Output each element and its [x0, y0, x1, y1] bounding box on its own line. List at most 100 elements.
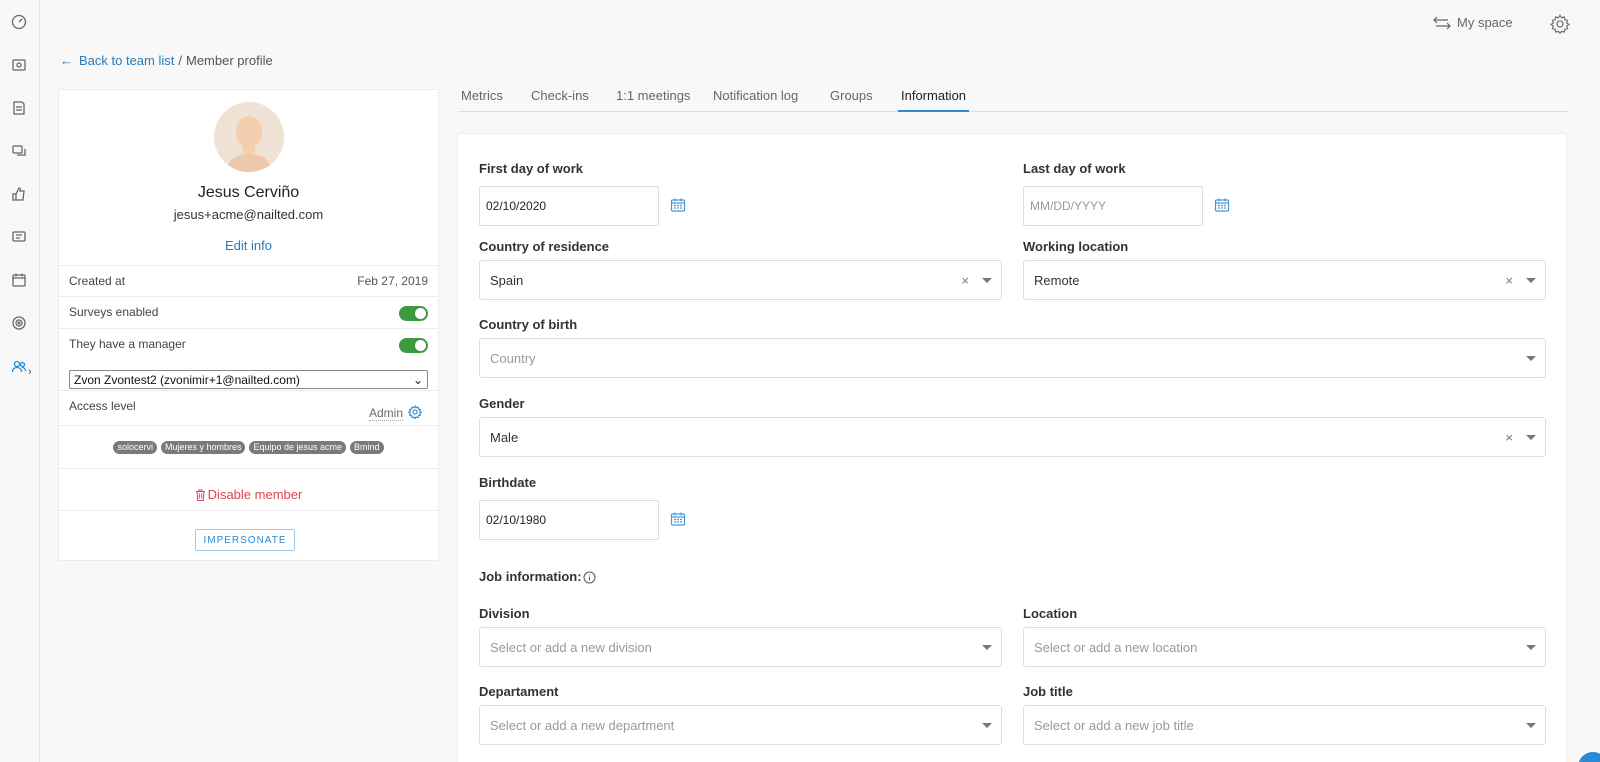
tab-metrics[interactable]: Metrics	[461, 88, 503, 112]
group-tag: Equipo de jesus acme	[249, 441, 347, 454]
chat-launcher-button[interactable]	[1578, 752, 1600, 762]
divider	[59, 328, 438, 329]
created-at-label: Created at	[69, 274, 126, 288]
clear-icon[interactable]: ×	[961, 273, 969, 288]
manager-select-value: Zvon Zvontest2 (zvonimir+1@nailted.com)	[74, 372, 300, 387]
conversations-icon[interactable]	[11, 143, 27, 159]
department-placeholder: Select or add a new department	[490, 717, 675, 733]
location-placeholder: Select or add a new location	[1034, 639, 1198, 655]
calendar-icon[interactable]	[670, 197, 686, 213]
breadcrumb: ← Back to team list / Member profile	[60, 53, 273, 68]
switch-icon	[1433, 16, 1451, 29]
settings-gear-icon[interactable]	[1549, 14, 1571, 35]
birthdate-label: Birthdate	[479, 475, 537, 490]
department-select[interactable]: Select or add a new department	[479, 705, 1002, 745]
location-label: Location	[1023, 606, 1078, 621]
access-settings-gear-icon[interactable]	[407, 405, 423, 420]
surveys-enabled-label: Surveys enabled	[69, 305, 159, 319]
has-manager-label: They have a manager	[69, 337, 186, 351]
group-tag: Mujeres y hombres	[160, 441, 246, 454]
edit-info-link[interactable]: Edit info	[59, 238, 438, 253]
calendar-icon[interactable]	[11, 272, 27, 288]
department-label: Departament	[479, 684, 559, 699]
profile-tabs: Metrics Check-ins 1:1 meetings Notificat…	[458, 88, 1568, 112]
country-residence-value: Spain	[490, 272, 524, 288]
avatar	[214, 102, 284, 172]
working-location-value: Remote	[1034, 272, 1080, 288]
information-form: First day of work 02/10/2020 Last day of…	[457, 133, 1567, 762]
division-label: Division	[479, 606, 530, 621]
gender-label: Gender	[479, 396, 525, 411]
surveys-enabled-toggle[interactable]	[399, 306, 428, 321]
caret-down-icon	[982, 645, 992, 650]
caret-down-icon	[982, 278, 992, 283]
job-title-select[interactable]: Select or add a new job title	[1023, 705, 1546, 745]
chevron-down-icon: ⌄	[412, 372, 423, 387]
recognition-icon[interactable]	[11, 186, 27, 202]
divider	[59, 296, 438, 297]
caret-down-icon	[1526, 278, 1536, 283]
disable-member-button[interactable]: Disable member	[59, 487, 438, 502]
first-day-input[interactable]: 02/10/2020	[479, 186, 659, 226]
job-title-label: Job title	[1023, 684, 1073, 699]
caret-down-icon	[1526, 645, 1536, 650]
divider	[59, 510, 438, 511]
country-residence-label: Country of residence	[479, 239, 610, 254]
calendar-icon[interactable]	[1214, 197, 1230, 213]
chevron-right-icon[interactable]: ›	[28, 366, 32, 378]
tab-groups[interactable]: Groups	[830, 88, 873, 112]
job-title-placeholder: Select or add a new job title	[1034, 717, 1194, 733]
info-icon[interactable]	[583, 571, 596, 584]
division-select[interactable]: Select or add a new division	[479, 627, 1002, 667]
birthdate-input[interactable]: 02/10/1980	[479, 500, 659, 540]
clear-icon[interactable]: ×	[1505, 273, 1513, 288]
working-location-select[interactable]: Remote ×	[1023, 260, 1546, 300]
job-information-label: Job information:	[479, 569, 582, 584]
disable-member-label: Disable member	[207, 487, 303, 502]
country-birth-select[interactable]: Country	[479, 338, 1546, 378]
access-level-value: Admin	[369, 406, 404, 421]
division-placeholder: Select or add a new division	[490, 639, 652, 655]
surveys-icon[interactable]	[11, 57, 27, 73]
gender-select[interactable]: Male ×	[479, 417, 1546, 457]
my-space-link[interactable]: My space	[1433, 15, 1513, 30]
divider	[59, 390, 438, 391]
group-tag: solocervi	[113, 441, 157, 454]
back-to-team-list-link[interactable]: ← Back to team list	[60, 53, 174, 68]
divider	[59, 468, 438, 469]
member-email: jesus+acme@nailted.com	[173, 207, 324, 222]
tab-notification-log[interactable]: Notification log	[713, 88, 798, 112]
caret-down-icon	[1526, 723, 1536, 728]
clear-icon[interactable]: ×	[1505, 430, 1513, 445]
first-day-label: First day of work	[479, 161, 584, 176]
group-tag: Bmind	[350, 441, 384, 454]
dashboard-icon[interactable]	[11, 14, 27, 30]
gender-value: Male	[490, 429, 519, 445]
caret-down-icon	[982, 723, 992, 728]
goals-icon[interactable]	[11, 315, 27, 331]
reports-icon[interactable]	[11, 100, 27, 116]
location-select[interactable]: Select or add a new location	[1023, 627, 1546, 667]
country-residence-select[interactable]: Spain ×	[479, 260, 1002, 300]
breadcrumb-current: Member profile	[186, 53, 273, 68]
caret-down-icon	[1526, 435, 1536, 440]
country-birth-placeholder: Country	[490, 350, 536, 366]
calendar-icon[interactable]	[670, 511, 686, 527]
has-manager-toggle[interactable]	[399, 338, 428, 353]
back-link-label: Back to team list	[79, 53, 175, 68]
country-birth-label: Country of birth	[479, 317, 578, 332]
tab-information[interactable]: Information	[898, 88, 970, 112]
tab-check-ins[interactable]: Check-ins	[531, 88, 589, 112]
feedback-icon[interactable]	[11, 229, 27, 245]
team-icon[interactable]	[11, 358, 27, 374]
divider	[59, 265, 438, 266]
working-location-label: Working location	[1023, 239, 1129, 254]
tab-one-on-one-meetings[interactable]: 1:1 meetings	[616, 88, 690, 112]
last-day-label: Last day of work	[1023, 161, 1126, 176]
last-day-input[interactable]: MM/DD/YYYY	[1023, 186, 1203, 226]
divider	[59, 425, 438, 426]
manager-select[interactable]: Zvon Zvontest2 (zvonimir+1@nailted.com) …	[69, 370, 428, 389]
arrow-left-icon: ←	[60, 53, 73, 68]
access-level-label: Access level	[69, 399, 136, 413]
impersonate-button[interactable]: IMPERSONATE	[195, 529, 295, 551]
